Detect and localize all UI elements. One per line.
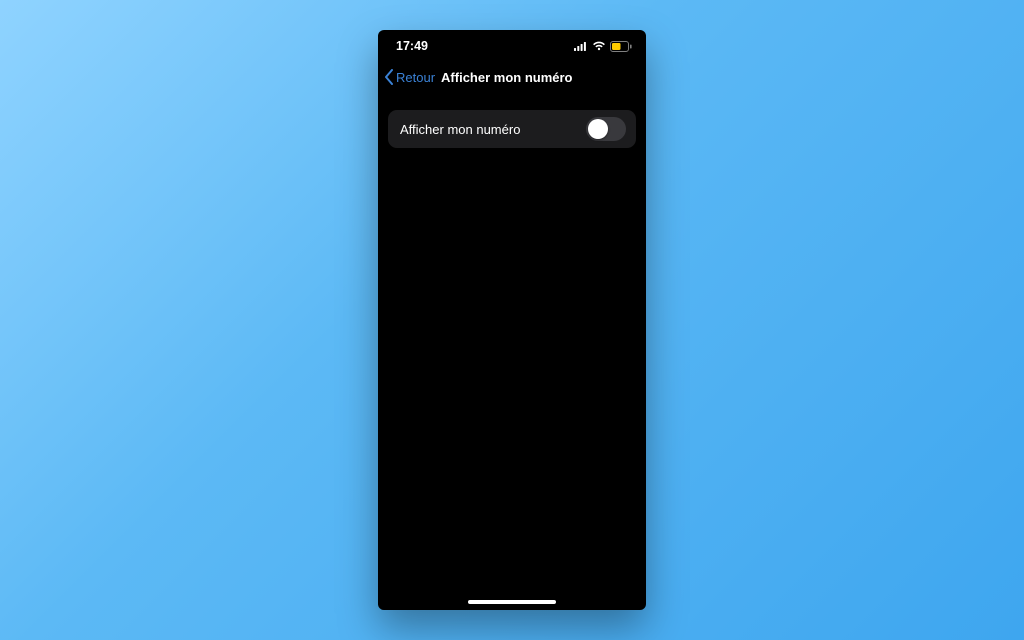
wifi-icon (592, 41, 606, 51)
back-button[interactable]: Retour (384, 69, 435, 85)
status-indicators (574, 41, 632, 52)
back-label: Retour (396, 70, 435, 85)
cellular-signal-icon (574, 41, 588, 51)
battery-icon (610, 41, 632, 52)
status-bar: 17:49 (378, 30, 646, 62)
phone-frame: 17:49 (378, 30, 646, 610)
show-my-number-label: Afficher mon numéro (400, 122, 520, 137)
show-my-number-row: Afficher mon numéro (388, 110, 636, 148)
status-time: 17:49 (396, 39, 428, 53)
content-area: Afficher mon numéro (378, 92, 646, 148)
toggle-knob (588, 119, 608, 139)
page-title: Afficher mon numéro (441, 70, 572, 85)
home-indicator[interactable] (468, 600, 556, 604)
chevron-left-icon (384, 69, 394, 85)
nav-bar: Retour Afficher mon numéro (378, 62, 646, 92)
show-my-number-toggle[interactable] (586, 117, 626, 141)
